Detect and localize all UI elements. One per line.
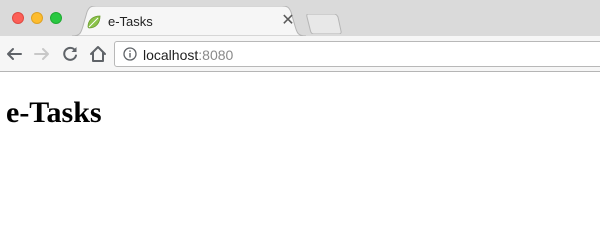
browser-window: e-Tasks ✕ localhost:8080 e-Tasks bbox=[0, 0, 600, 240]
forward-arrow-icon[interactable] bbox=[32, 44, 52, 64]
minimize-window-button[interactable] bbox=[31, 12, 43, 24]
page-title: e-Tasks bbox=[6, 96, 102, 129]
page-content: e-Tasks bbox=[0, 72, 600, 240]
zoom-window-button[interactable] bbox=[50, 12, 62, 24]
tab-strip: e-Tasks ✕ bbox=[0, 0, 600, 36]
spring-leaf-icon bbox=[86, 14, 102, 30]
browser-toolbar: localhost:8080 bbox=[0, 36, 600, 72]
url-text: localhost:8080 bbox=[143, 47, 233, 63]
url-port: :8080 bbox=[198, 47, 234, 63]
info-icon[interactable] bbox=[123, 47, 137, 61]
home-icon[interactable] bbox=[88, 44, 108, 64]
back-arrow-icon[interactable] bbox=[4, 44, 24, 64]
close-window-button[interactable] bbox=[12, 12, 24, 24]
close-tab-icon[interactable]: ✕ bbox=[280, 13, 296, 29]
address-bar[interactable]: localhost:8080 bbox=[114, 41, 600, 67]
tab-title: e-Tasks bbox=[108, 14, 153, 29]
tab-e-tasks[interactable]: e-Tasks ✕ bbox=[72, 6, 306, 36]
reload-icon[interactable] bbox=[60, 44, 80, 64]
url-host: localhost bbox=[143, 47, 199, 63]
